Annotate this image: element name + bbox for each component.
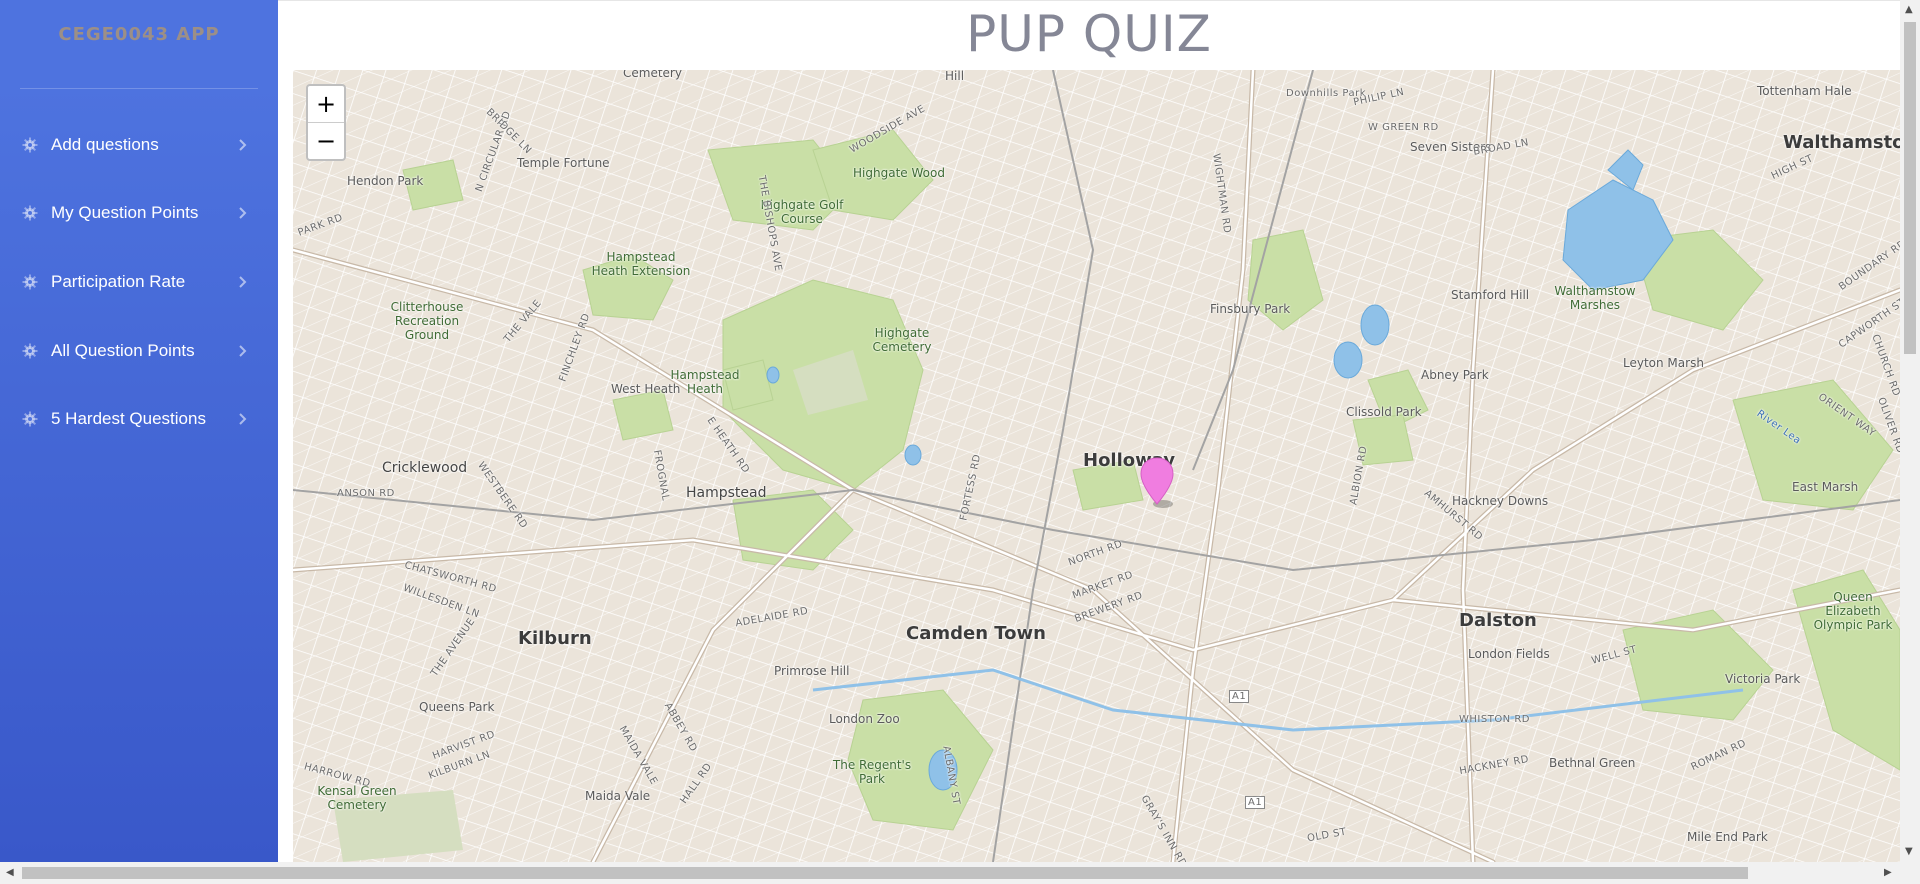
map-label-primrose-hill: Primrose Hill	[774, 664, 850, 678]
map-label-queens-park: Queens Park	[419, 700, 495, 714]
map-road-label: WHISTON RD	[1459, 714, 1530, 725]
map-label-hill: Hill	[945, 70, 965, 83]
sidebar-divider	[20, 88, 258, 89]
page-title: PUP QUIZ	[966, 5, 1212, 63]
gear-icon	[21, 204, 39, 222]
zoom-in-button[interactable]: +	[308, 86, 344, 122]
chevron-right-icon	[234, 273, 252, 291]
map-label-hampstead: Hampstead	[686, 485, 767, 501]
sidebar-item-label: Participation Rate	[51, 272, 186, 291]
chevron-right-icon	[234, 136, 252, 154]
scroll-left-icon[interactable]: ◀	[6, 867, 14, 878]
map-label-kilburn: Kilburn	[518, 628, 592, 649]
map-marker-icon[interactable]	[1137, 456, 1177, 512]
gear-icon	[21, 273, 39, 291]
gear-icon	[21, 410, 39, 428]
chevron-right-icon	[234, 410, 252, 428]
map-label-cricklewood: Cricklewood	[382, 460, 468, 476]
zoom-out-button[interactable]: −	[308, 122, 344, 159]
vertical-scrollbar[interactable]: ▲ ▼	[1900, 0, 1920, 862]
map-label-bethnal-green: Bethnal Green	[1549, 756, 1636, 770]
map-view[interactable]: Walthamstow Holloway Camden Town Kilburn…	[293, 70, 1900, 862]
map-label-walthamstow-marshes: Walthamstow Marshes	[1554, 284, 1636, 312]
vertical-scroll-thumb[interactable]	[1904, 22, 1916, 354]
map-label-walthamstow: Walthamstow	[1783, 132, 1900, 153]
map-label-london-fields: London Fields	[1468, 647, 1550, 661]
map-label-victoria-park: Victoria Park	[1725, 672, 1801, 686]
sidebar-item-label: My Question Points	[51, 203, 199, 222]
map-label-highgate-cemetery: Highgate Cemetery	[872, 326, 932, 354]
gear-icon	[21, 136, 39, 154]
sidebar-item-my-question-points[interactable]: My Question Points	[0, 193, 278, 233]
map-label-hendon-park: Hendon Park	[347, 174, 424, 188]
map-road-shield-a1: A1	[1245, 796, 1266, 809]
map-label-leyton-marsh: Leyton Marsh	[1623, 356, 1704, 370]
sidebar-item-participation-rate[interactable]: Participation Rate	[0, 262, 278, 302]
map-label-cemetery: Cemetery	[623, 70, 682, 80]
sidebar-item-add-questions[interactable]: Add questions	[0, 125, 278, 165]
map-label-east-marsh: East Marsh	[1792, 480, 1859, 494]
map-label-olympic-park: Queen Elizabeth Olympic Park	[1813, 590, 1893, 632]
horizontal-scrollbar[interactable]: ◀ ▶	[0, 862, 1920, 884]
map-label-hampstead-heath-extension: Hampstead Heath Extension	[591, 250, 691, 278]
chevron-right-icon	[234, 342, 252, 360]
map-label-temple-fortune: Temple Fortune	[517, 156, 610, 170]
zoom-control: + −	[306, 84, 346, 161]
map-road-shield-a1: A1	[1229, 690, 1250, 703]
map-label-highgate-wood: Highgate Wood	[853, 166, 945, 180]
sidebar-item-label: 5 Hardest Questions	[51, 409, 206, 428]
map-road-label: ANSON RD	[337, 488, 395, 499]
map-label-kensal-green-cemetery: Kensal Green Cemetery	[317, 784, 397, 812]
horizontal-scroll-thumb[interactable]	[22, 867, 1748, 879]
map-label-clitterhouse-recreation-ground: Clitterhouse Recreation Ground	[390, 300, 464, 342]
map-label-regents-park: The Regent's Park	[832, 758, 912, 786]
scroll-up-icon[interactable]: ▲	[1905, 4, 1913, 15]
map-label-camden-town: Camden Town	[906, 623, 1046, 644]
map-label-tottenham-hale: Tottenham Hale	[1757, 84, 1852, 98]
chevron-right-icon	[234, 204, 252, 222]
map-road-label: W GREEN RD	[1368, 122, 1439, 133]
map-label-hampstead-heath: Hampstead Heath	[670, 368, 740, 396]
scroll-right-icon[interactable]: ▶	[1884, 867, 1892, 878]
map-label-hackney-downs: Hackney Downs	[1452, 494, 1549, 508]
map-label-finsbury-park: Finsbury Park	[1210, 302, 1291, 316]
map-label-mile-end-park: Mile End Park	[1687, 830, 1768, 844]
map-label-dalston: Dalston	[1459, 610, 1537, 631]
sidebar-item-label: All Question Points	[51, 341, 195, 360]
sidebar: CEGE0043 APP Add questions My Question P…	[0, 0, 278, 862]
sidebar-item-5-hardest-questions[interactable]: 5 Hardest Questions	[0, 399, 278, 439]
map-label-london-zoo: London Zoo	[829, 712, 900, 726]
map-label-abney-park: Abney Park	[1421, 368, 1489, 382]
sidebar-item-label: Add questions	[51, 135, 159, 154]
scroll-down-icon[interactable]: ▼	[1905, 846, 1913, 857]
sidebar-item-all-question-points[interactable]: All Question Points	[0, 331, 278, 371]
gear-icon	[21, 342, 39, 360]
app-brand[interactable]: CEGE0043 APP	[0, 24, 278, 45]
map-label-stamford-hill: Stamford Hill	[1451, 288, 1530, 302]
map-label-maida-vale: Maida Vale	[585, 789, 651, 803]
map-label-clissold-park: Clissold Park	[1346, 405, 1422, 419]
